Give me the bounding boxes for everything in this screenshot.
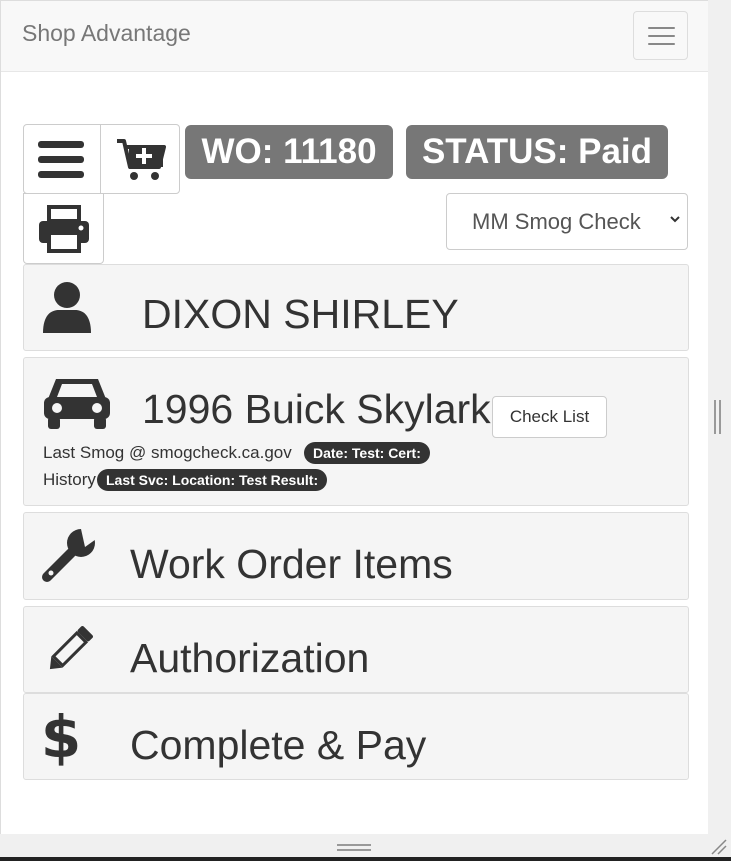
user-icon — [43, 282, 91, 333]
inspection-type-value: MM Smog Check — [472, 209, 641, 234]
brand[interactable]: Shop Advantage — [22, 20, 191, 47]
navbar: Shop Advantage — [1, 1, 708, 72]
complete-pay-panel[interactable]: $ Complete & Pay — [23, 693, 689, 780]
work-order-number-badge: WO: 11180 — [185, 125, 393, 179]
pencil-icon — [49, 626, 93, 670]
bottom-resize-handle[interactable] — [0, 834, 708, 856]
work-order-items-label: Work Order Items — [130, 541, 453, 587]
bars-icon — [38, 141, 84, 178]
history-badge: Last Svc: Location: Test Result: — [97, 469, 328, 491]
wrench-icon — [42, 529, 99, 582]
corner-resize-icon[interactable] — [708, 836, 728, 856]
vehicle-title: 1996 Buick Skylark — [142, 386, 491, 432]
customer-name: DIXON SHIRLEY — [142, 291, 459, 337]
chevron-down-icon — [670, 216, 680, 223]
check-list-button[interactable]: Check List — [492, 396, 607, 438]
print-icon — [39, 205, 89, 253]
authorization-label: Authorization — [130, 635, 370, 681]
inspection-type-select[interactable]: MM Smog Check — [446, 193, 688, 250]
cart-plus-icon — [117, 139, 166, 180]
svg-text:$: $ — [41, 703, 81, 767]
car-icon — [44, 379, 110, 429]
status-badge: STATUS: Paid — [406, 125, 668, 179]
bottom-bar — [0, 857, 731, 861]
history-label[interactable]: History — [43, 470, 96, 490]
right-resize-handle[interactable] — [714, 400, 722, 436]
app-frame: Shop Advantage WO: 11180 STATUS: Paid MM… — [0, 0, 708, 834]
navbar-toggle-button[interactable] — [633, 11, 688, 60]
last-smog-link[interactable]: Last Smog @ smogcheck.ca.gov — [43, 443, 292, 463]
dollar-icon: $ — [41, 703, 81, 767]
customer-panel[interactable]: DIXON SHIRLEY — [23, 264, 689, 351]
add-to-cart-button[interactable] — [100, 124, 180, 194]
complete-pay-label: Complete & Pay — [130, 722, 427, 768]
work-order-items-panel[interactable]: Work Order Items — [23, 512, 689, 600]
last-smog-badge: Date: Test: Cert: — [304, 442, 430, 464]
menu-button[interactable] — [23, 124, 101, 194]
authorization-panel[interactable]: Authorization — [23, 606, 689, 693]
print-button[interactable] — [23, 193, 104, 264]
